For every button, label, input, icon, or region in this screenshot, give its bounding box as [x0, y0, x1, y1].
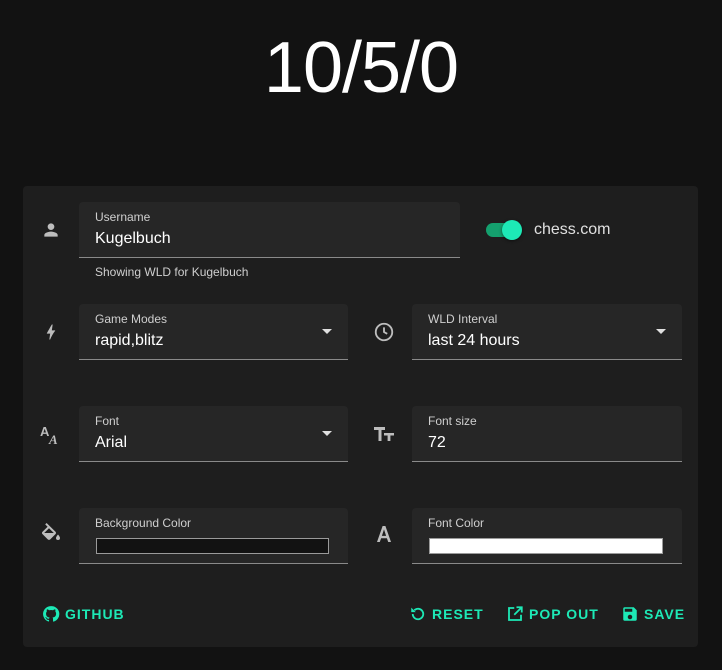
chevron-down-icon: [322, 431, 332, 436]
font-select[interactable]: Font Arial: [79, 406, 348, 462]
reset-button[interactable]: RESET: [409, 605, 484, 623]
game-modes-label: Game Modes: [95, 312, 168, 326]
save-icon: [621, 605, 639, 623]
pop-out-icon: [506, 605, 524, 623]
reset-icon: [409, 605, 427, 623]
font-value: Arial: [95, 434, 128, 451]
font-color-swatch[interactable]: [429, 538, 663, 554]
paint-bucket-icon: [39, 522, 63, 546]
github-button-label: GITHUB: [65, 606, 125, 622]
wld-interval-label: WLD Interval: [428, 312, 498, 326]
chevron-down-icon: [322, 329, 332, 334]
bolt-icon: [39, 320, 63, 344]
font-size-field[interactable]: Font size 72: [412, 406, 682, 462]
font-size-input[interactable]: 72: [428, 434, 446, 452]
wld-score: 10/5/0: [263, 28, 459, 108]
chevron-down-icon: [656, 329, 666, 334]
font-color-icon: [372, 522, 396, 546]
font-family-icon: A A: [39, 422, 63, 446]
background-color-label: Background Color: [95, 516, 192, 530]
background-color-swatch[interactable]: [96, 538, 329, 554]
wld-interval-select[interactable]: WLD Interval last 24 hours: [412, 304, 682, 360]
github-button[interactable]: GITHUB: [42, 605, 125, 623]
platform-toggle-label: chess.com: [534, 221, 611, 238]
reset-button-label: RESET: [432, 606, 484, 622]
clock-icon: [372, 320, 396, 344]
person-icon: [39, 218, 63, 242]
platform-toggle[interactable]: [486, 220, 524, 240]
pop-out-button-label: POP OUT: [529, 606, 599, 622]
pop-out-button[interactable]: POP OUT: [506, 605, 599, 623]
font-color-field[interactable]: Font Color: [412, 508, 682, 564]
settings-panel: Username Kugelbuch Showing WLD for Kugel…: [23, 186, 698, 647]
username-field[interactable]: Username Kugelbuch: [79, 202, 460, 258]
font-color-label: Font Color: [428, 516, 485, 530]
wld-interval-value: last 24 hours: [428, 332, 520, 349]
username-input[interactable]: Kugelbuch: [95, 230, 171, 248]
font-label: Font: [95, 414, 120, 428]
github-icon: [42, 605, 60, 623]
save-button[interactable]: SAVE: [621, 605, 685, 623]
svg-text:A: A: [48, 432, 58, 446]
game-modes-select[interactable]: Game Modes rapid,blitz: [79, 304, 348, 360]
game-modes-value: rapid,blitz: [95, 332, 164, 349]
toggle-thumb: [502, 220, 522, 240]
username-label: Username: [95, 210, 151, 224]
save-button-label: SAVE: [644, 606, 686, 622]
font-size-label: Font size: [428, 414, 477, 428]
background-color-field[interactable]: Background Color: [79, 508, 348, 564]
font-size-icon: [372, 422, 396, 446]
username-helper-text: Showing WLD for Kugelbuch: [95, 265, 249, 279]
